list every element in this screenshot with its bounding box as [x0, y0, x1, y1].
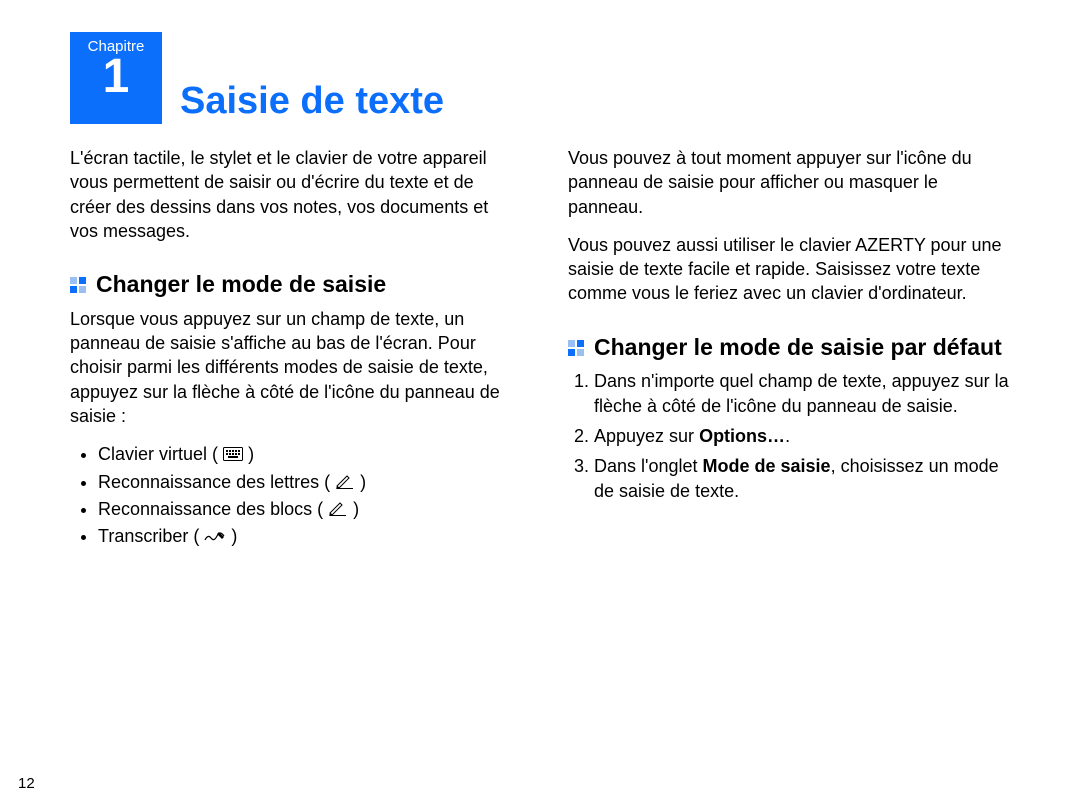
- scribble-icon: [204, 526, 226, 550]
- bullet-text: Reconnaissance des lettres (: [98, 472, 330, 492]
- list-item: Reconnaissance des blocs ( ): [98, 497, 512, 522]
- section-heading: Changer le mode de saisie par défaut: [568, 334, 1010, 362]
- section-bullet-icon: [568, 340, 584, 356]
- input-mode-list: Clavier virtuel ( ) Reconnaissance des l…: [70, 442, 512, 550]
- list-item: Clavier virtuel ( ): [98, 442, 512, 467]
- chapter-title: Saisie de texte: [180, 82, 444, 124]
- chapter-header: Chapitre 1 Saisie de texte: [70, 32, 1010, 124]
- bullet-after: ): [353, 499, 359, 519]
- step-item: Dans n'importe quel champ de texte, appu…: [594, 369, 1010, 418]
- step-bold: Options…: [699, 426, 785, 446]
- step-text-after: .: [785, 426, 790, 446]
- step-bold: Mode de saisie: [703, 456, 831, 476]
- content-columns: L'écran tactile, le stylet et le clavier…: [70, 142, 1010, 552]
- step-item: Dans l'onglet Mode de saisie, choisissez…: [594, 454, 1010, 503]
- keyboard-icon: [223, 443, 243, 467]
- section-title: Changer le mode de saisie par défaut: [594, 334, 1002, 362]
- section-title: Changer le mode de saisie: [96, 271, 386, 299]
- right-paragraph-2: Vous pouvez aussi utiliser le clavier AZ…: [568, 233, 1010, 306]
- section-heading: Changer le mode de saisie: [70, 271, 512, 299]
- page-number: 12: [18, 775, 35, 792]
- list-item: Transcriber ( ): [98, 524, 512, 549]
- intro-paragraph: L'écran tactile, le stylet et le clavier…: [70, 146, 512, 243]
- list-item: Reconnaissance des lettres ( ): [98, 470, 512, 495]
- step-text: Appuyez sur: [594, 426, 699, 446]
- bullet-text: Reconnaissance des blocs (: [98, 499, 323, 519]
- pencil-line-icon: [335, 471, 355, 495]
- bullet-after: ): [360, 472, 366, 492]
- bullet-text: Clavier virtuel (: [98, 444, 218, 464]
- step-item: Appuyez sur Options….: [594, 424, 1010, 448]
- chapter-badge: Chapitre 1: [70, 32, 162, 124]
- bullet-after: ): [231, 526, 237, 546]
- bullet-text: Transcriber (: [98, 526, 199, 546]
- section-body: Lorsque vous appuyez sur un champ de tex…: [70, 307, 512, 428]
- step-text: Dans l'onglet: [594, 456, 703, 476]
- right-column: Vous pouvez à tout moment appuyer sur l'…: [568, 142, 1010, 552]
- section-bullet-icon: [70, 277, 86, 293]
- pencil-line-icon: [328, 498, 348, 522]
- right-paragraph-1: Vous pouvez à tout moment appuyer sur l'…: [568, 146, 1010, 219]
- bullet-after: ): [248, 444, 254, 464]
- left-column: L'écran tactile, le stylet et le clavier…: [70, 142, 512, 552]
- section-change-input-mode: Changer le mode de saisie Lorsque vous a…: [70, 271, 512, 550]
- steps-list: Dans n'importe quel champ de texte, appu…: [568, 369, 1010, 502]
- section-change-default-mode: Changer le mode de saisie par défaut Dan…: [568, 334, 1010, 503]
- chapter-number: 1: [78, 53, 154, 101]
- step-text: Dans n'importe quel champ de texte, appu…: [594, 371, 1009, 415]
